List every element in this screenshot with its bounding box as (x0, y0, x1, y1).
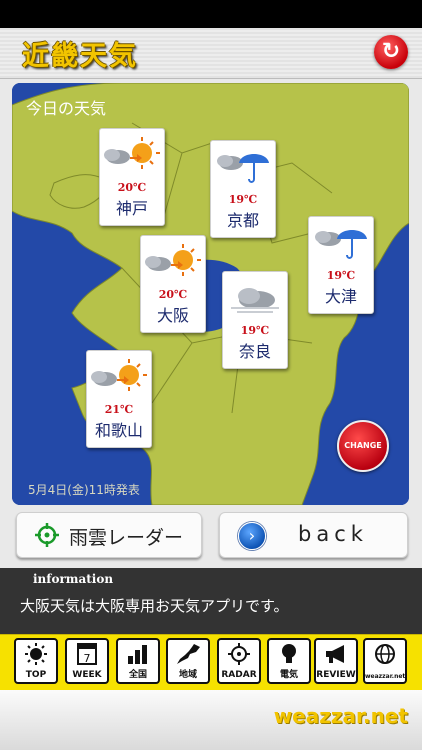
toolbar-label: 全国 (128, 670, 147, 680)
city-temp: 19℃ (326, 269, 356, 282)
change-button[interactable]: CHANGE (337, 420, 389, 472)
japan-map-icon (177, 644, 200, 664)
toolbar-label: 電気 (279, 670, 298, 680)
page-title: 近畿天気 (22, 41, 138, 72)
toolbar-label: 地域 (178, 670, 197, 680)
weather-map: 今日の天気 20℃ 神戸 19℃ 京都 20℃ 大阪 19℃ 大津 19℃ 奈良… (12, 83, 409, 505)
sun-icon (25, 643, 47, 665)
rain-radar-label: 雨雲レーダー (69, 527, 184, 549)
bulb-icon (282, 644, 296, 663)
toolbar-label: TOP (25, 670, 47, 680)
city-name: 奈良 (238, 342, 271, 361)
forecast-timestamp: 5月4日(金)11時発表 (28, 483, 140, 497)
cloudy-icon (231, 288, 279, 313)
toolbar-label: WEEK (72, 670, 102, 680)
information-panel: information 大阪天気は大阪専用お天気アプリです。 (0, 568, 422, 634)
rain-radar-button[interactable]: 雨雲レーダー (16, 512, 202, 558)
toolbar-top-button[interactable]: TOP (14, 638, 58, 684)
information-text: 大阪天気は大阪専用お天気アプリです。 (20, 597, 289, 615)
crosshair-icon (35, 523, 59, 547)
toolbar-weazzar-button[interactable]: weazzar.net (363, 638, 407, 684)
globe-icon (375, 644, 395, 664)
city-temp: 20℃ (158, 288, 188, 301)
city-card-otsu[interactable]: 19℃ 大津 (308, 216, 374, 314)
toolbar-national-button[interactable]: 全国 (116, 638, 160, 684)
header: 近畿天気 ↻ (0, 28, 422, 79)
city-temp: 19℃ (228, 193, 258, 206)
toolbar-week-button[interactable]: 7 WEEK (65, 638, 109, 684)
toolbar-region-button[interactable]: 地域 (166, 638, 210, 684)
city-card-kobe[interactable]: 20℃ 神戸 (99, 128, 165, 226)
toolbar-label: RADAR (221, 670, 257, 680)
bar-chart-icon (128, 645, 147, 664)
brand-logo: weazzar.net (273, 704, 408, 728)
crosshair-icon (228, 643, 250, 665)
back-button[interactable]: › back (219, 512, 408, 558)
city-card-nara[interactable]: 19℃ 奈良 (222, 271, 288, 369)
map-heading: 今日の天気 (26, 99, 107, 118)
city-name: 和歌山 (94, 421, 143, 440)
city-card-wakayama[interactable]: 21℃ 和歌山 (86, 350, 152, 448)
cloudy-then-sunny-icon (104, 137, 160, 169)
chevron-right-icon: › (238, 522, 266, 550)
city-temp: 20℃ (117, 181, 147, 194)
calendar-number: 7 (84, 652, 91, 665)
toolbar-radar-button[interactable]: RADAR (217, 638, 261, 684)
city-name: 神戸 (115, 199, 148, 218)
calendar-icon: 7 (77, 643, 97, 665)
megaphone-icon (326, 645, 344, 663)
toolbar-label: REVIEW (316, 670, 356, 680)
cloudy-rain-umbrella-icon (217, 154, 269, 183)
city-card-osaka[interactable]: 20℃ 大阪 (140, 235, 206, 333)
toolbar-review-button[interactable]: REVIEW (314, 638, 358, 684)
bottom-toolbar: TOP 7 WEEK 全国 地域 RADAR 電気 REVIEW weazzar… (0, 634, 422, 691)
back-label: back (298, 522, 368, 546)
city-name: 大津 (324, 287, 357, 306)
status-bar (0, 0, 422, 28)
toolbar-electricity-button[interactable]: 電気 (267, 638, 311, 684)
footer: weazzar.net (0, 690, 422, 750)
refresh-icon: ↻ (381, 39, 401, 64)
cloudy-rain-umbrella-icon (315, 230, 367, 259)
city-card-kyoto[interactable]: 19℃ 京都 (210, 140, 276, 238)
city-name: 京都 (226, 211, 259, 230)
cloudy-then-sunny-icon (91, 359, 147, 391)
toolbar-label: weazzar.net (365, 673, 406, 680)
information-heading: information (33, 572, 114, 586)
city-name: 大阪 (156, 306, 189, 325)
refresh-button[interactable]: ↻ (374, 35, 408, 69)
city-temp: 21℃ (104, 403, 134, 416)
cloudy-then-sunny-icon (145, 244, 201, 276)
city-temp: 19℃ (240, 324, 270, 337)
